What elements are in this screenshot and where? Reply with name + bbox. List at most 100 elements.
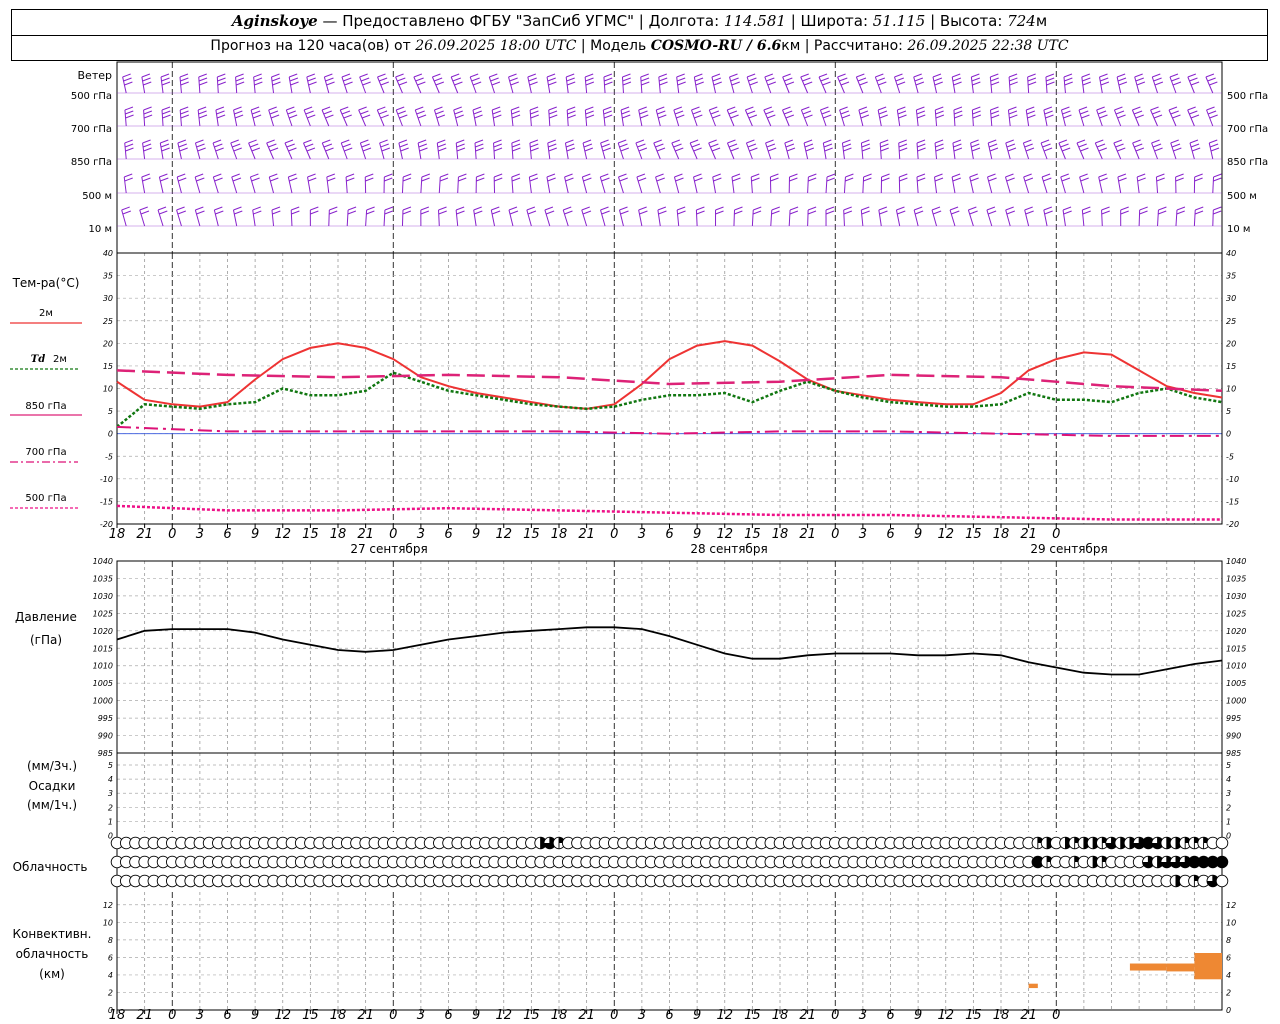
temp-tick-left: 15 — [103, 362, 113, 371]
temp-title: Тем-ра(°С) — [12, 276, 80, 290]
wind-barb-feather — [987, 173, 996, 178]
wind-barb-feather — [421, 177, 430, 182]
wind-barb-feather — [365, 173, 374, 178]
wind-barb-feather — [1189, 77, 1198, 82]
wind-barb-feather — [160, 139, 169, 144]
wind-barb-feather — [398, 81, 408, 86]
wind-barb-feather — [932, 210, 942, 215]
wind-barb-feather — [695, 81, 704, 86]
wind-barb-feather — [879, 210, 888, 215]
wind-barb-feather — [124, 173, 133, 178]
wind-barb-feather — [1078, 143, 1087, 148]
wind-barb-feather — [820, 106, 829, 111]
wind-barb-feather — [1006, 143, 1016, 148]
wind-barb-feather — [582, 173, 591, 178]
wind-barb-feather — [1137, 177, 1146, 182]
wind-barb-feather — [585, 77, 594, 82]
wind-barb-feather — [677, 81, 686, 86]
wind-barb-feather — [895, 77, 904, 82]
wind-barb-feather — [988, 143, 998, 148]
wind-barb-feather — [124, 143, 134, 148]
wind-barb-feather — [641, 81, 650, 86]
wind-barb-feather — [857, 77, 867, 82]
wind-barb-feather — [802, 110, 812, 115]
wind-barb-feather — [361, 114, 371, 119]
wind-barb-feather — [933, 77, 943, 82]
wind-barb-feather — [1118, 177, 1127, 182]
wind-barb-feather — [544, 206, 554, 211]
wind-barb — [807, 209, 809, 227]
wind-barb — [913, 209, 919, 227]
wind-barb-feather — [141, 173, 150, 178]
wind-barb-feather — [1063, 73, 1073, 78]
wind-barb-feather — [823, 139, 832, 144]
wind-barb-feather — [1007, 147, 1017, 152]
wind-barb-feather — [602, 147, 611, 152]
wind-barb-feather — [1025, 147, 1035, 152]
wind-barb-feather — [341, 110, 351, 115]
wind-barb-feather — [213, 173, 222, 178]
wind-barb-feather — [180, 81, 189, 86]
wind-barb-feather — [603, 106, 612, 111]
precip-unit-1h: (мм/1ч.) — [27, 798, 77, 812]
wind-barb-feather — [511, 177, 521, 182]
pressure-tick-right: 1040 — [1226, 557, 1246, 566]
wind-barb-feather — [1210, 147, 1220, 152]
wind-barb-feather — [1097, 110, 1107, 115]
wind-barb-feather — [932, 73, 942, 78]
convective-tick-left: 8 — [108, 936, 113, 945]
wind-barb-feather — [308, 81, 317, 86]
wind-barb — [599, 176, 606, 194]
wind-barb-feather — [1099, 73, 1108, 78]
wind-barb-feather — [1026, 106, 1035, 111]
wind-barb-feather — [1080, 147, 1089, 152]
wind-barb-feather — [161, 147, 170, 152]
pressure-tick-right: 995 — [1226, 714, 1241, 723]
date-label: 28 сентября — [690, 542, 767, 556]
pressure-tick-left: 1040 — [93, 557, 113, 566]
wind-barb-feather — [1009, 81, 1018, 86]
wind-barb-feather — [1191, 147, 1201, 152]
wind-barb-feather — [567, 114, 576, 119]
wind-barb — [807, 176, 809, 194]
wind-barb-feather — [529, 139, 539, 144]
wind-barb — [731, 176, 735, 194]
wind-barb-feather — [341, 139, 350, 144]
wind-barb-feather — [198, 114, 208, 119]
wind-barb-feather — [454, 110, 463, 115]
wind-barb-feather — [325, 77, 334, 82]
hour-label-top: 18 — [330, 527, 347, 542]
wind-barb-feather — [563, 206, 572, 211]
wind-barb-feather — [712, 173, 721, 178]
pressure-tick-right: 1010 — [1226, 662, 1246, 671]
wind-barb-feather — [162, 114, 171, 119]
wind-barb-feather — [471, 77, 480, 82]
pressure-tick-left: 1005 — [93, 679, 113, 688]
wind-barb-feather — [899, 177, 908, 182]
wind-barb-feather — [474, 114, 483, 119]
wind-barb-feather — [1005, 173, 1014, 178]
wind-barb-feather — [990, 106, 999, 111]
wind-barb-feather — [935, 147, 944, 152]
wind-barb-feather — [952, 77, 962, 82]
wind-barb-feather — [583, 177, 592, 182]
wind-barb — [1081, 209, 1085, 227]
wind-barb — [383, 209, 386, 227]
wind-barb-feather — [303, 106, 313, 111]
wind-barb-feather — [839, 77, 848, 82]
temp-tick-left: -5 — [105, 452, 113, 461]
wind-barb-feather — [808, 173, 817, 178]
wind-barb-feather — [1117, 77, 1127, 82]
wind-barb-feather — [825, 210, 835, 215]
wind-barb-feather — [1063, 114, 1072, 119]
wind-barb-feather — [455, 206, 465, 211]
wind-barb-feather — [438, 147, 447, 152]
wind-barb-feather — [378, 110, 388, 115]
wind-barb-feather — [177, 210, 186, 215]
wind-barb-feather — [413, 73, 423, 78]
wind-barb — [931, 209, 938, 227]
wind-barb-feather — [1175, 177, 1184, 182]
wind-level-10m: 10 м — [89, 224, 112, 235]
wind-barb-feather — [196, 177, 205, 182]
wind-barb — [619, 209, 624, 227]
